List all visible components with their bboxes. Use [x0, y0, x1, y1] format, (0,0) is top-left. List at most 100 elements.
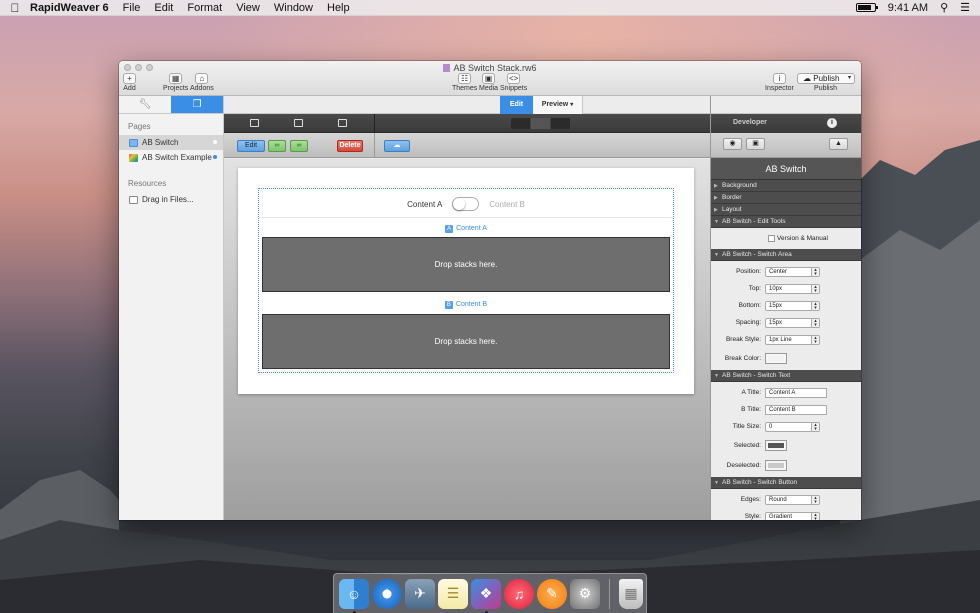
section-switch-button[interactable]: ▼ AB Switch - Switch Button	[711, 477, 861, 489]
image-stack-icon[interactable]	[338, 119, 347, 127]
selected-color-well[interactable]	[765, 439, 787, 451]
chevron-down-icon: ▾	[847, 75, 851, 81]
selected-color-row: Selected:	[711, 435, 861, 455]
publish-button[interactable]: ☁ Publish ▾	[797, 73, 855, 84]
title-size-stepper[interactable]: 0 ▴ ▾	[765, 421, 820, 432]
section-switch-area[interactable]: ▼ AB Switch - Switch Area	[711, 249, 861, 261]
lock-icon[interactable]: ▣	[746, 138, 765, 150]
system-preferences-icon[interactable]: ⚙	[570, 578, 600, 609]
notification-center-icon[interactable]: ☰	[960, 1, 970, 14]
style-label: Style:	[744, 513, 761, 520]
sidebar-item-ab-switch-example[interactable]: AB Switch Example	[119, 150, 223, 165]
add-button[interactable]: + Add	[123, 73, 136, 92]
sidebar-item-ab-switch[interactable]: AB Switch	[119, 135, 223, 150]
tab-wrench[interactable]: 🔧︎	[119, 96, 171, 113]
stack-edit-button[interactable]: Edit	[237, 140, 265, 152]
mail-icon[interactable]: ✈	[405, 578, 435, 609]
section-background[interactable]: ▶ Background	[711, 180, 861, 192]
a-title-row: A Title: Content A	[711, 384, 861, 401]
deselected-color-row: Deselected:	[711, 455, 861, 475]
content-a-label: A Content A	[259, 225, 673, 233]
width-option-tablet[interactable]	[531, 118, 551, 129]
select-arrows-icon: ▴ ▾	[811, 512, 819, 520]
break-style-select[interactable]: 1px Line ▴ ▾	[765, 334, 820, 345]
projects-button[interactable]: ▦ Projects	[163, 73, 188, 92]
preview-mode-button[interactable]: Preview ▾	[533, 96, 583, 114]
media-button[interactable]: ▣ Media	[479, 73, 498, 92]
break-color-well[interactable]	[765, 352, 787, 364]
version-manual-checkbox[interactable]	[768, 235, 775, 242]
version-manual-row[interactable]: Version & Manual	[711, 230, 861, 247]
chevron-down-icon: ▾	[570, 102, 574, 108]
apple-icon[interactable]: 	[0, 1, 30, 15]
menu-app-name[interactable]: RapidWeaver 6	[30, 2, 109, 14]
safari-icon[interactable]: ✦	[372, 578, 402, 609]
top-select[interactable]: 10px ▴ ▾	[765, 283, 820, 294]
layout-stack-icon[interactable]	[294, 119, 303, 127]
rapidweaver-icon[interactable]: ❖	[471, 578, 501, 613]
stacks-page-icon	[129, 138, 138, 147]
spacing-select[interactable]: 15px ▴ ▾	[765, 317, 820, 328]
menu-file[interactable]: File	[123, 2, 141, 14]
switch-title-a: Content A	[407, 199, 443, 209]
resources-drag-item[interactable]: Drag in Files...	[119, 192, 223, 207]
themes-button[interactable]: ☷ Themes	[452, 73, 477, 92]
disclosure-right-icon: ▶	[714, 207, 718, 213]
text-stack-icon[interactable]	[250, 119, 259, 127]
menu-edit[interactable]: Edit	[154, 2, 173, 14]
inspector-button[interactable]: i Inspector	[765, 73, 794, 92]
stack-delete-button[interactable]: Delete	[337, 140, 363, 152]
ab-toggle-switch[interactable]	[452, 197, 480, 211]
eye-icon[interactable]: ◉	[723, 138, 742, 150]
info-icon[interactable]: i	[827, 118, 837, 128]
deselected-color-well[interactable]	[765, 459, 787, 471]
ibooks-icon[interactable]: ✎	[537, 578, 567, 609]
stack-info-icon[interactable]: ▲	[829, 138, 848, 150]
content-a-dropzone[interactable]: Drop stacks here.	[262, 237, 670, 292]
menu-clock[interactable]: 9:41 AM	[888, 2, 928, 14]
link-icon[interactable]: ∞	[268, 140, 286, 152]
b-title-label: B Title:	[741, 406, 761, 413]
preview-mode-label: Preview	[541, 101, 569, 108]
edges-select[interactable]: Round ▴ ▾	[765, 494, 820, 505]
edit-mode-button[interactable]: Edit	[500, 96, 533, 114]
section-layout[interactable]: ▶ Layout	[711, 204, 861, 216]
edges-value: Round	[769, 496, 787, 503]
itunes-icon[interactable]: ♫	[504, 578, 534, 609]
snippets-button[interactable]: <> Snippets	[500, 73, 527, 92]
menu-view[interactable]: View	[236, 2, 260, 14]
menu-window[interactable]: Window	[274, 2, 313, 14]
addons-button[interactable]: ⌂ Addons	[190, 73, 214, 92]
menu-help[interactable]: Help	[327, 2, 350, 14]
trash-icon[interactable]: ▦	[619, 578, 643, 609]
width-option-full[interactable]	[511, 118, 531, 129]
notes-icon[interactable]: ☰	[438, 578, 468, 609]
spotlight-search-icon[interactable]: ⚲	[940, 1, 948, 14]
unpublished-dot	[213, 140, 217, 144]
select-arrows-icon: ▴ ▾	[811, 267, 819, 276]
bottom-select[interactable]: 15px ▴ ▾	[765, 300, 820, 311]
tab-pages[interactable]: ❐	[171, 96, 223, 113]
stacks-toolbar	[224, 114, 710, 133]
themes-icon: ☷	[458, 73, 472, 84]
ab-switch-stack[interactable]: Content A Content B A Content A Drop stac…	[258, 188, 674, 373]
finder-icon[interactable]: ☺	[339, 578, 369, 613]
developer-label: Developer	[733, 119, 767, 126]
menu-format[interactable]: Format	[187, 2, 222, 14]
unlink-icon[interactable]: ∞	[290, 140, 308, 152]
b-title-input[interactable]: Content B	[765, 404, 827, 415]
position-select[interactable]: Center ▴ ▾	[765, 266, 820, 277]
section-edit-tools[interactable]: ▼ AB Switch - Edit Tools	[711, 216, 861, 228]
sidebar: 🔧︎ ❐ Pages AB Switch AB Switch Example R…	[119, 96, 224, 520]
battery-icon[interactable]	[855, 3, 878, 12]
section-switch-text[interactable]: ▼ AB Switch - Switch Text	[711, 370, 861, 382]
section-border[interactable]: ▶ Border	[711, 192, 861, 204]
cloud-icon: ☁	[803, 74, 814, 83]
width-option-phone[interactable]	[551, 118, 571, 129]
content-b-dropzone[interactable]: Drop stacks here.	[262, 314, 670, 369]
a-title-input[interactable]: Content A	[765, 387, 827, 398]
style-select[interactable]: Gradient ▴ ▾	[765, 511, 820, 520]
unpublished-dot	[213, 155, 217, 159]
edges-row: Edges: Round ▴ ▾	[711, 491, 861, 508]
cloud-icon[interactable]: ☁	[384, 140, 410, 152]
